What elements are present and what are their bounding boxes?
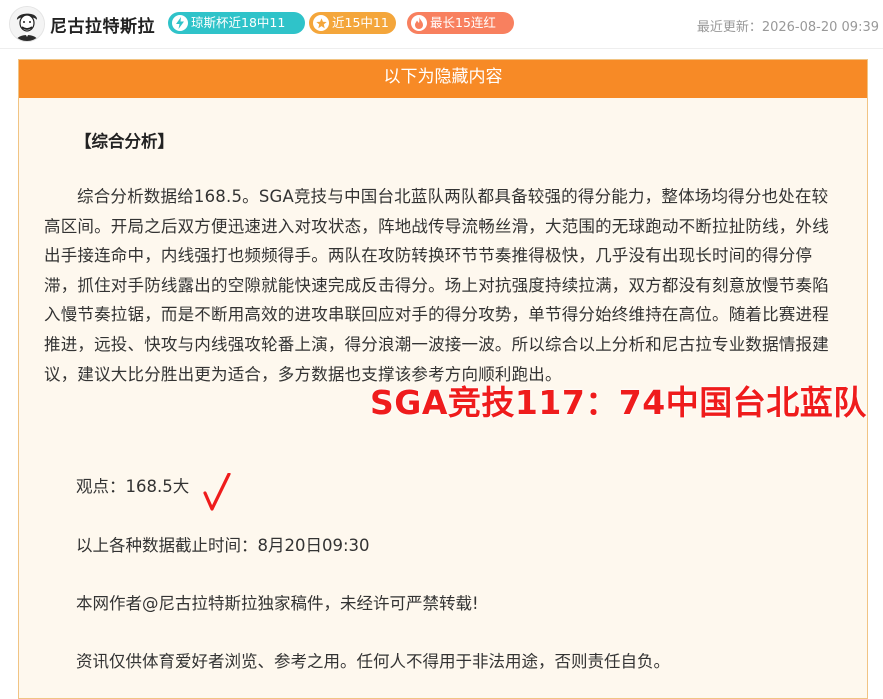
star-icon [313, 15, 329, 31]
disclaimer-notice: 资讯仅供体育爱好者浏览、参考之用。任何人不得用于非法用途，否则责任自负。 [76, 652, 670, 671]
badge-jones-cup-record: 琼斯杯近18中11 [168, 12, 305, 34]
badge-label: 琼斯杯近18中11 [191, 15, 286, 30]
badge-label: 最长15连红 [430, 15, 496, 30]
section-title: 【综合分析】 [75, 132, 174, 151]
avatar[interactable] [9, 6, 45, 42]
lightning-icon [172, 15, 188, 31]
hidden-content-title: 以下为隐藏内容 [19, 60, 867, 98]
analysis-paragraph: 综合分析数据给168.5。SGA竞技与中国台北蓝队两队都具备较强的得分能力，整体… [44, 187, 829, 384]
badge-recent-record: 近15中11 [309, 12, 396, 34]
check-mark-icon [203, 473, 231, 511]
last-updated-time: 最近更新：2026-08-20 09:39 [696, 20, 879, 35]
author-header: 尼古拉特斯拉 琼斯杯近18中11 近15中11 最长15连红 最近更新：2026… [0, 0, 883, 49]
copyright-notice: 本网作者@尼古拉特斯拉独家稿件，未经许可严禁转载! [76, 594, 479, 613]
avatar-portrait-icon [10, 7, 44, 41]
data-deadline-line: 以上各种数据截止时间：8月20日09:30 [76, 536, 370, 555]
badge-label: 近15中11 [332, 15, 389, 30]
badge-win-streak: 最长15连红 [407, 12, 514, 34]
author-name[interactable]: 尼古拉特斯拉 [50, 12, 155, 37]
opinion-line: 观点：168.5大 [76, 477, 190, 496]
flame-icon [411, 15, 427, 31]
match-result-overlay: SGA竞技117：74中国台北蓝队 [370, 383, 867, 422]
